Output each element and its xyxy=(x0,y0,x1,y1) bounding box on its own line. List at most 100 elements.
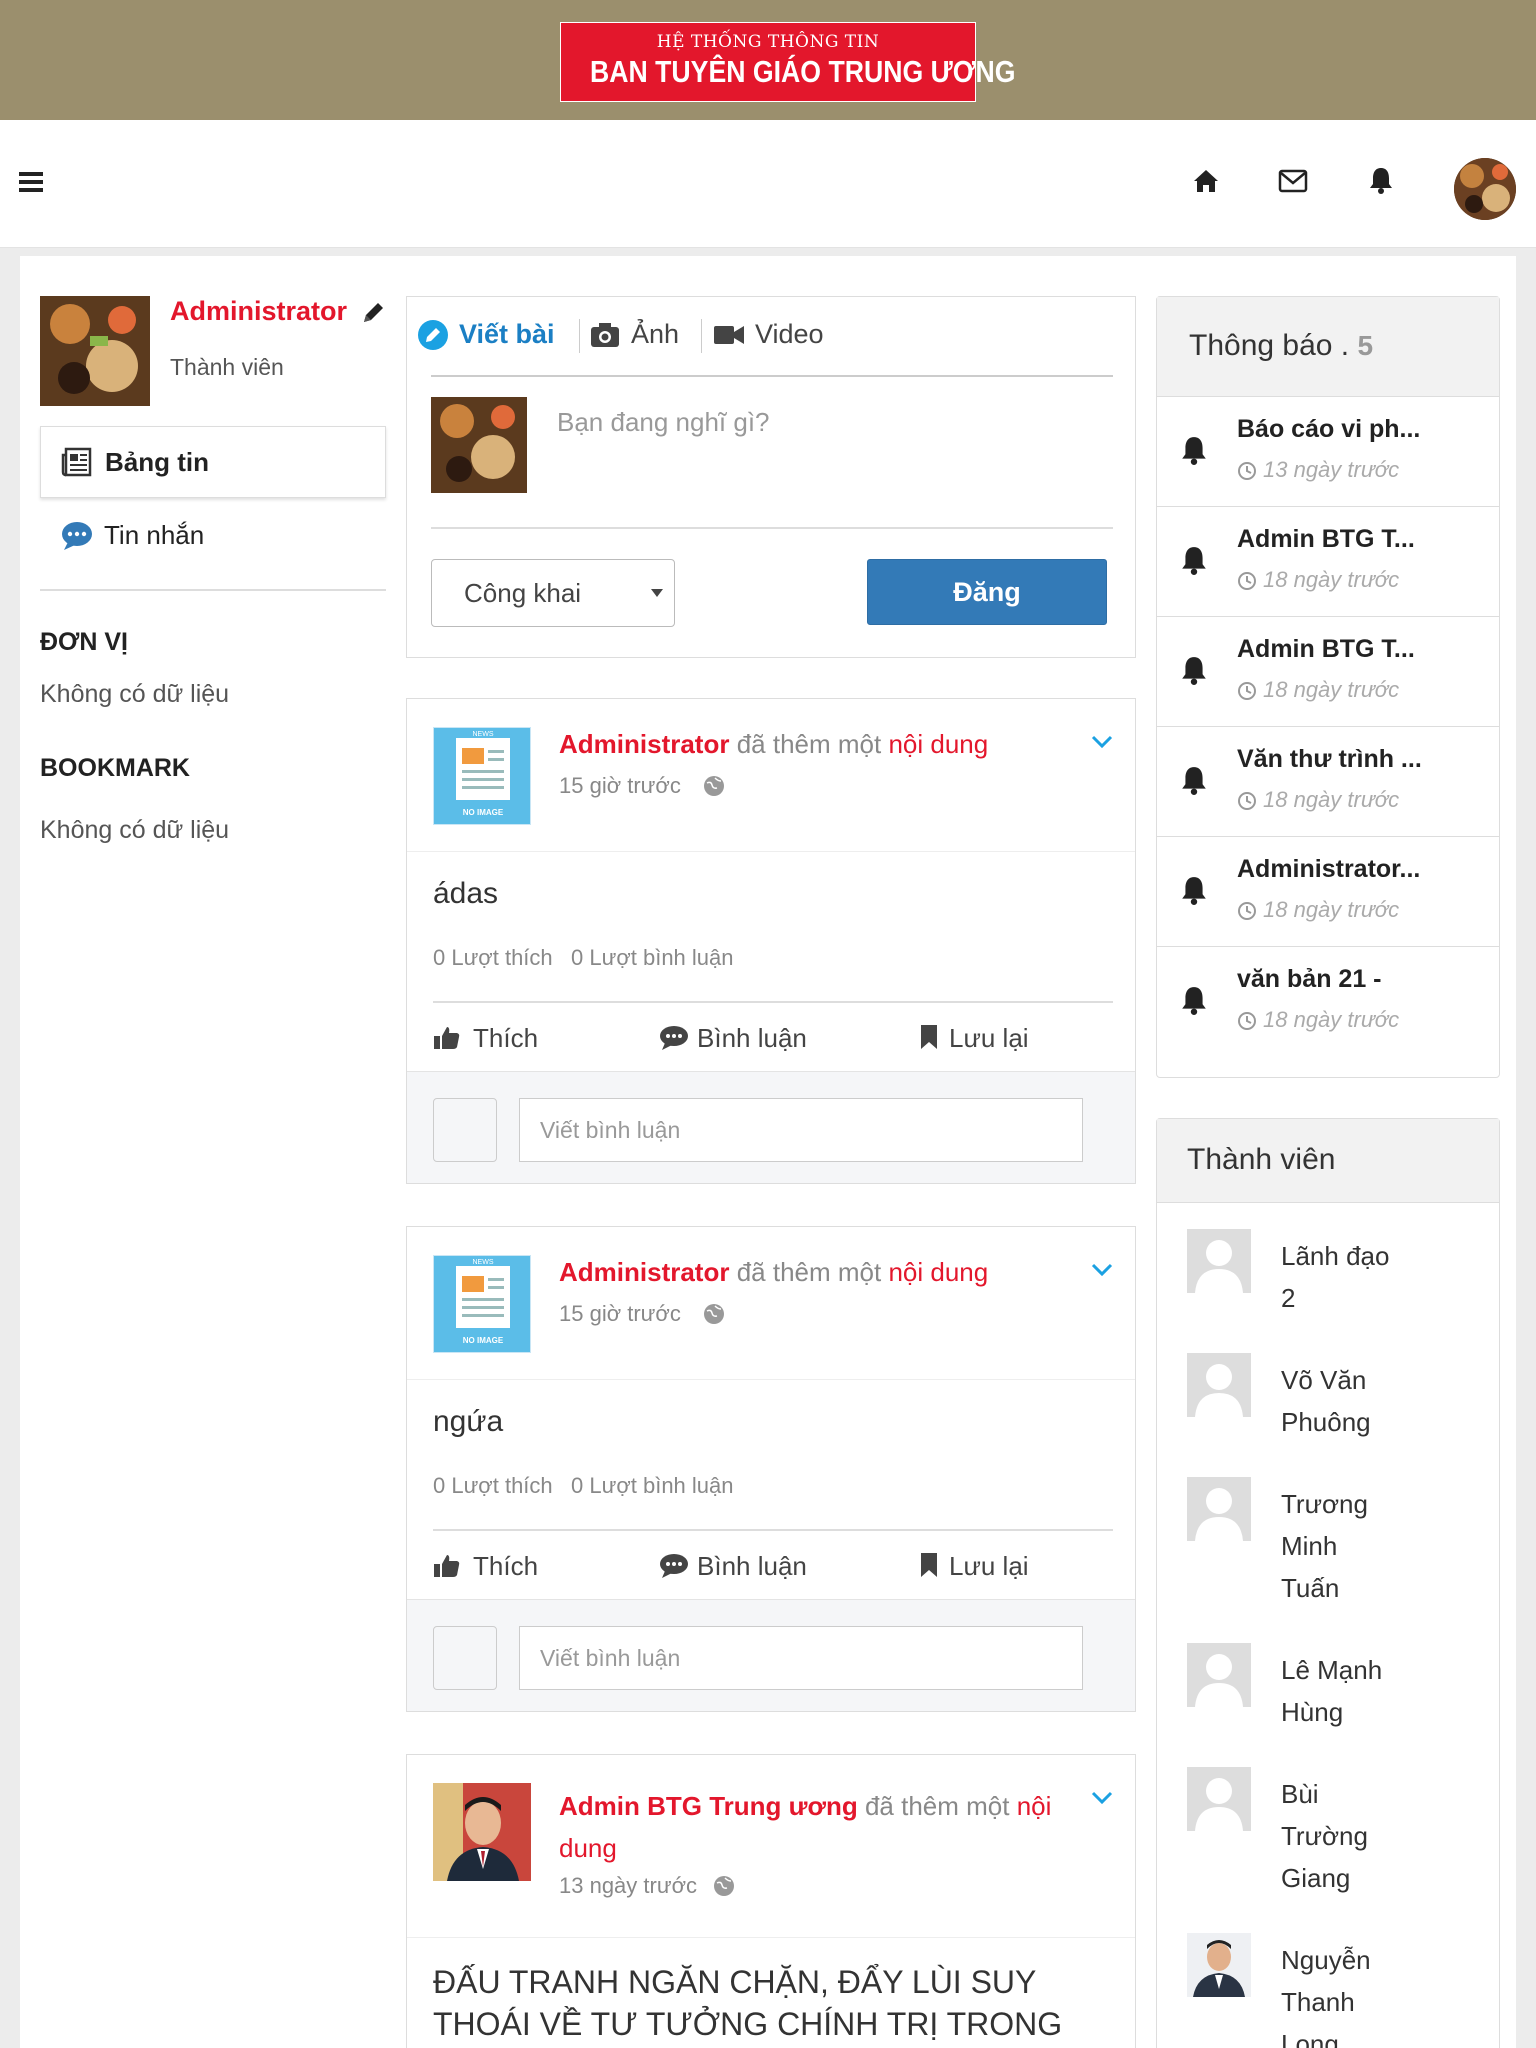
tab-separator xyxy=(579,319,580,353)
notification-text: Admin BTG T... xyxy=(1237,635,1415,663)
post-composer: Viết bài Ảnh Video Bạn đang nghĩ gì? Côn… xyxy=(406,296,1136,658)
chevron-down-icon[interactable] xyxy=(1091,1791,1113,1805)
chevron-down-icon[interactable] xyxy=(1091,735,1113,749)
post-comment-count[interactable]: 0 Lượt bình luận xyxy=(571,1473,734,1498)
composer-input[interactable]: Bạn đang nghĩ gì? xyxy=(557,407,1097,457)
caret-down-icon xyxy=(651,589,663,597)
member-name-line: Trương xyxy=(1281,1489,1368,1519)
like-button[interactable]: Thích xyxy=(433,1019,583,1059)
notification-text: Văn thư trình ... xyxy=(1237,745,1422,773)
nav-item-messages[interactable]: Tin nhắn xyxy=(40,506,386,566)
notification-item[interactable]: Báo cáo vi ph... 13 ngày trước xyxy=(1157,397,1499,507)
post-thumbnail[interactable]: NEWS NO IMAGE xyxy=(433,1255,531,1353)
notification-item[interactable]: Admin BTG T... 18 ngày trước xyxy=(1157,617,1499,727)
post-author[interactable]: Admin BTG Trung ương xyxy=(559,1791,858,1821)
member-item[interactable]: Nguyễn Thanh Long xyxy=(1157,1933,1499,2048)
member-name-line: Tuấn xyxy=(1281,1573,1340,1603)
member-item[interactable]: Bùi Trường Giang xyxy=(1157,1767,1499,1917)
member-avatar xyxy=(1187,1933,1251,1997)
tab-write-post[interactable]: Viết bài xyxy=(417,315,577,355)
thumbnail-bottom-label: NO IMAGE xyxy=(462,808,504,817)
notifications-title-text: Thông báo . xyxy=(1189,329,1350,362)
bell-icon[interactable] xyxy=(1367,165,1395,195)
bell-icon xyxy=(1182,767,1206,795)
clock-icon xyxy=(1238,682,1256,700)
comment-button[interactable]: Bình luận xyxy=(659,1547,839,1587)
post-time: 15 giờ trước xyxy=(559,773,681,798)
notification-time: 18 ngày trước xyxy=(1263,787,1400,812)
post-author-avatar[interactable] xyxy=(433,1783,531,1881)
unit-section-title: ĐƠN VỊ xyxy=(40,628,129,656)
member-name-line: Võ Văn xyxy=(1281,1365,1367,1395)
member-name-line: Hùng xyxy=(1281,1697,1344,1727)
profile-name[interactable]: Administrator xyxy=(170,296,347,327)
notification-time: 13 ngày trước xyxy=(1263,457,1400,482)
edit-pencil-icon[interactable] xyxy=(360,300,386,326)
post-author[interactable]: Administrator xyxy=(559,1257,729,1287)
post-like-count[interactable]: 0 Lượt thích xyxy=(433,945,553,970)
member-item[interactable]: Lê Mạnh Hùng xyxy=(1157,1643,1499,1753)
member-item[interactable]: Trương Minh Tuấn xyxy=(1157,1477,1499,1627)
save-button[interactable]: Lưu lại xyxy=(919,1019,1059,1059)
feed-post: NEWS NO IMAGE Administrator đã thêm một … xyxy=(406,698,1136,1184)
member-name-line: Giang xyxy=(1281,1863,1351,1893)
envelope-icon[interactable] xyxy=(1278,168,1308,194)
post-submit-button[interactable]: Đăng xyxy=(867,559,1107,625)
save-button[interactable]: Lưu lại xyxy=(919,1547,1059,1587)
comment-button[interactable]: Bình luận xyxy=(659,1019,839,1059)
comment-input[interactable]: Viết bình luận xyxy=(519,1626,1083,1690)
members-header: Thành viên xyxy=(1157,1119,1499,1203)
video-icon xyxy=(714,326,744,344)
notification-item[interactable]: Administrator... 18 ngày trước xyxy=(1157,837,1499,947)
clock-icon xyxy=(1238,902,1256,920)
member-name: Lê Mạnh Hùng xyxy=(1281,1649,1382,1733)
chevron-down-icon[interactable] xyxy=(1091,1263,1113,1277)
comment-button-label: Bình luận xyxy=(697,1551,807,1581)
post-object[interactable]: nội dung xyxy=(888,1257,988,1287)
notifications-header: Thông báo . 5 xyxy=(1157,297,1499,397)
bookmark-icon xyxy=(921,1025,937,1049)
like-button[interactable]: Thích xyxy=(433,1547,583,1587)
notification-item[interactable]: văn bản 21 - 18 ngày trước xyxy=(1157,947,1499,1057)
post-object[interactable]: nội dung xyxy=(888,729,988,759)
tab-photo[interactable]: Ảnh xyxy=(589,315,699,355)
privacy-select[interactable]: Công khai xyxy=(431,559,675,627)
feed-post: NEWS NO IMAGE Administrator đã thêm một … xyxy=(406,1226,1136,1712)
member-item[interactable]: Võ Văn Phuông xyxy=(1157,1353,1499,1463)
hamburger-menu-icon[interactable] xyxy=(18,170,46,194)
profile-avatar[interactable] xyxy=(40,296,150,406)
commenter-avatar xyxy=(433,1098,497,1162)
member-name-line: 2 xyxy=(1281,1283,1296,1313)
user-avatar[interactable] xyxy=(1454,158,1516,220)
member-name-line: Bùi xyxy=(1281,1779,1319,1809)
member-item[interactable]: Lãnh đạo 2 xyxy=(1157,1229,1499,1339)
post-divider xyxy=(407,1379,1135,1380)
thumbnail-bottom-label: NO IMAGE xyxy=(462,1336,504,1345)
notification-item[interactable]: Admin BTG T... 18 ngày trước xyxy=(1157,507,1499,617)
member-name: Trương Minh Tuấn xyxy=(1281,1483,1368,1609)
member-name: Bùi Trường Giang xyxy=(1281,1773,1368,1899)
like-button-label: Thích xyxy=(473,1023,539,1053)
unit-empty-text: Không có dữ liệu xyxy=(40,680,230,708)
post-stats: 0 Lượt thích 0 Lượt bình luận xyxy=(433,1473,734,1499)
post-like-count[interactable]: 0 Lượt thích xyxy=(433,1473,553,1498)
member-name-line: Lãnh đạo xyxy=(1281,1241,1390,1271)
nav-item-news-feed[interactable]: Bảng tin xyxy=(40,426,386,498)
post-thumbnail[interactable]: NEWS NO IMAGE xyxy=(433,727,531,825)
newspaper-icon xyxy=(61,447,92,477)
bookmark-empty-text: Không có dữ liệu xyxy=(40,816,230,844)
member-avatar xyxy=(1187,1767,1251,1831)
comment-icon xyxy=(660,1554,688,1578)
post-author[interactable]: Administrator xyxy=(559,729,729,759)
comment-button-label: Bình luận xyxy=(697,1023,807,1053)
post-content: ngứa xyxy=(433,1405,504,1438)
site-logo[interactable]: HỆ THỐNG THÔNG TIN BAN TUYÊN GIÁO TRUNG … xyxy=(560,22,1015,102)
post-action: đã thêm một xyxy=(736,1257,882,1287)
notification-item[interactable]: Văn thư trình ... 18 ngày trước xyxy=(1157,727,1499,837)
home-icon[interactable] xyxy=(1192,168,1220,194)
post-comment-count[interactable]: 0 Lượt bình luận xyxy=(571,945,734,970)
bell-icon xyxy=(1182,437,1206,465)
top-navbar xyxy=(0,120,1536,248)
comment-input[interactable]: Viết bình luận xyxy=(519,1098,1083,1162)
tab-video[interactable]: Video xyxy=(713,315,843,355)
